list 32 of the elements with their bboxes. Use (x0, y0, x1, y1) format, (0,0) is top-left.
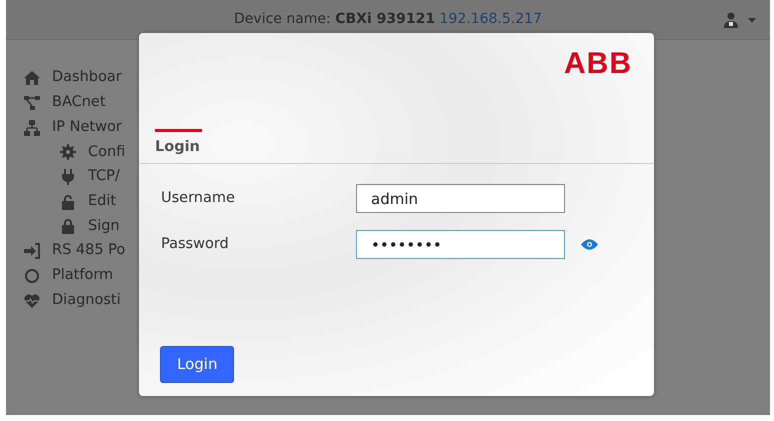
lock-icon (60, 218, 76, 234)
sidebar-item[interactable]: Dashboar (52, 67, 122, 90)
circle-icon (24, 268, 40, 284)
device-name-text: Device name: CBXi 939121 192.168.5.217 (234, 10, 542, 29)
sidebar-item[interactable]: TCP/ (88, 166, 120, 188)
sidebar-item[interactable]: Sign (88, 216, 120, 238)
field-label: Username (161, 188, 236, 208)
field-label: Password (161, 234, 230, 254)
caret-icon[interactable] (748, 18, 756, 22)
accent-line (155, 129, 202, 132)
sidebar-item[interactable]: Confi (88, 142, 126, 164)
heart-icon (24, 292, 40, 309)
sidebar-item[interactable]: Edit (88, 190, 116, 213)
user-icon[interactable] (724, 12, 738, 28)
sitemap-icon (24, 120, 40, 136)
gear-icon (60, 144, 76, 160)
dialog-title: Login (155, 138, 200, 157)
eye-icon[interactable] (581, 239, 598, 250)
sidebar-item[interactable]: Platform (52, 264, 114, 287)
network-icon (24, 95, 40, 112)
sign-in-icon (24, 243, 40, 260)
username-field[interactable]: admin (356, 184, 565, 213)
sidebar-item[interactable]: IP Networ (52, 116, 122, 139)
password-field[interactable]: •••••••• (356, 230, 565, 259)
sidebar-item[interactable]: BACnet (52, 92, 106, 114)
unlock-icon (60, 194, 76, 210)
home-icon (24, 70, 40, 86)
login-button[interactable]: Login (160, 346, 234, 382)
sidebar-item[interactable]: RS 485 Po (52, 240, 126, 262)
logo: ABB (564, 49, 632, 79)
sidebar-item[interactable]: Diagnosti (52, 290, 121, 312)
plug-icon (60, 169, 76, 186)
